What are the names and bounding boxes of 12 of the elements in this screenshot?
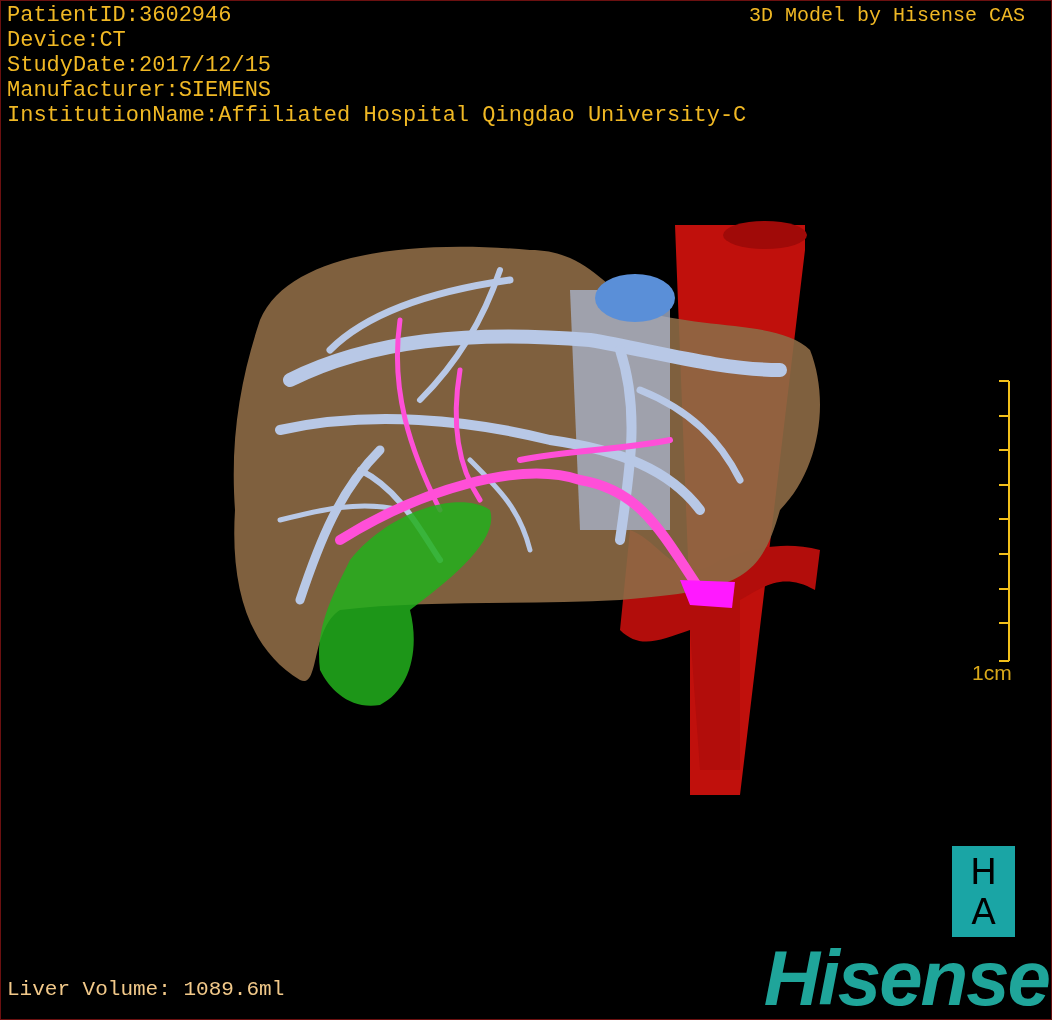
patient-info-text: Device:CT — [7, 28, 127, 53]
patient-info-text: PatientID:3602946 — [7, 3, 233, 28]
patient-info-text: InstitutionName:Affiliated Hospital Qingdao University-C — [7, 103, 747, 128]
scale-label: 1cm — [972, 660, 1012, 686]
viewer-title: 3D Model by Hisense CAS — [748, 3, 1026, 28]
scale-ruler-icon — [998, 380, 1010, 662]
patient-info-text: StudyDate:2017/12/15 — [7, 53, 273, 78]
patient-info-text: Manufacturer:SIEMENS — [7, 78, 273, 103]
liver-volume-text: Liver Volume: 1089.6ml — [7, 977, 285, 1003]
badge-letter: H — [969, 851, 998, 892]
brand-wordmark: Hisense — [763, 943, 1049, 1013]
badge-letter: A — [971, 891, 996, 932]
